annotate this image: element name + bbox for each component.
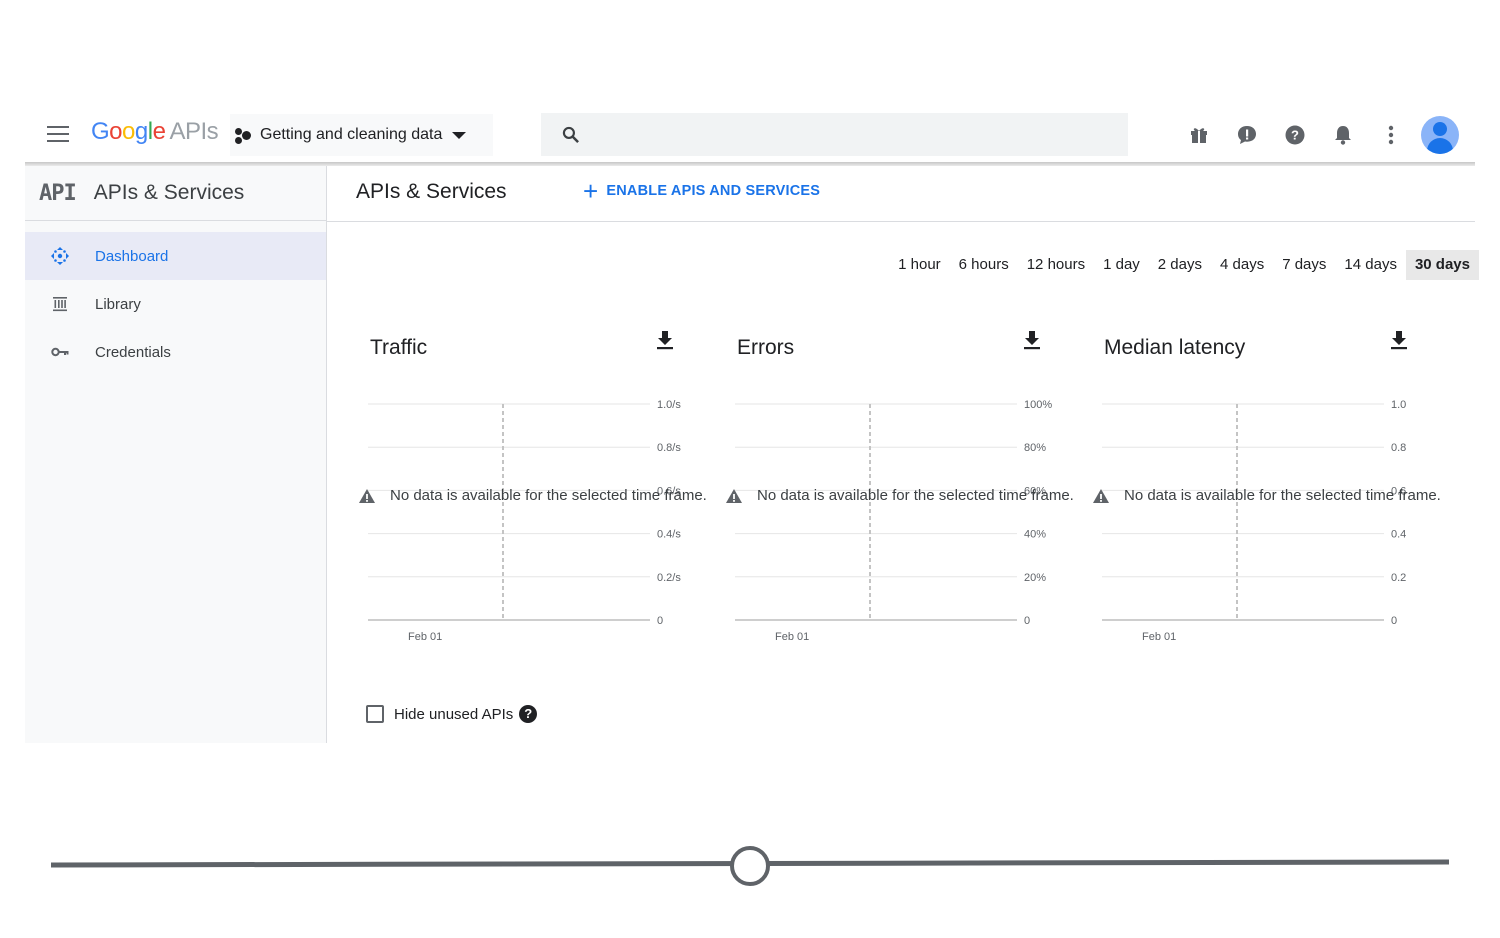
y-tick-label: 0 (1391, 615, 1397, 627)
menu-icon[interactable] (47, 126, 69, 144)
sidebar-item-label: Credentials (95, 343, 171, 361)
time-range-option[interactable]: 7 days (1273, 250, 1335, 280)
time-range-option[interactable]: 1 hour (889, 250, 950, 280)
logo-letter: o (122, 118, 135, 145)
account-avatar[interactable] (1421, 116, 1459, 154)
sidebar-item-dashboard[interactable]: Dashboard (25, 232, 326, 280)
time-range-option[interactable]: 1 day (1094, 250, 1149, 280)
logo-letter: G (91, 118, 110, 145)
svg-text:?: ? (1291, 128, 1299, 143)
sidebar-item-label: Dashboard (95, 247, 169, 265)
y-tick-label: 100% (1024, 399, 1052, 411)
logo-letter: e (152, 118, 166, 145)
no-data-message: No data is available for the selected ti… (358, 487, 707, 504)
time-range-option-selected[interactable]: 30 days (1405, 250, 1479, 280)
x-tick-label: Feb 01 (408, 631, 442, 643)
no-data-message: No data is available for the selected ti… (725, 487, 1074, 504)
sidebar-item-credentials[interactable]: Credentials (25, 328, 326, 376)
no-data-text: No data is available for the selected ti… (757, 487, 1074, 504)
google-apis-logo[interactable]: Google APIs (91, 118, 219, 146)
main-header: APIs & Services + ENABLE APIS AND SERVIC… (327, 166, 1475, 222)
y-tick-label: 0.8 (1391, 442, 1406, 454)
time-range-selector: 1 hour 6 hours 12 hours 1 day 2 days 4 d… (889, 250, 1479, 280)
help-icon[interactable]: ? (1271, 114, 1319, 156)
top-app-bar: Google APIs Getting and cleaning data ? (25, 108, 1475, 164)
y-tick-label: 40% (1024, 529, 1046, 541)
feedback-icon[interactable] (1223, 114, 1271, 156)
hide-unused-apis-checkbox[interactable]: Hide unused APIs ? (366, 705, 538, 723)
y-tick-label: 0 (1024, 615, 1030, 627)
search-input[interactable] (541, 113, 1128, 156)
time-range-option[interactable]: 6 hours (950, 250, 1018, 280)
page-title: APIs & Services (356, 180, 507, 203)
sidebar: API APIs & Services Dashboard Library Cr… (25, 166, 327, 743)
median-latency-chart: Median latency 1.0 0.8 0.6 0.4 0.2 0 Feb 01 No… (1092, 320, 1441, 660)
dashboard-icon (25, 246, 95, 266)
search-icon (562, 126, 579, 143)
top-icon-bar: ? (1175, 114, 1459, 156)
time-range-option[interactable]: 2 days (1149, 250, 1211, 280)
notifications-icon[interactable] (1319, 114, 1367, 156)
warning-icon (359, 488, 375, 503)
x-tick-label: Feb 01 (1142, 631, 1176, 643)
sidebar-item-library[interactable]: Library (25, 280, 326, 328)
more-vert-icon[interactable] (1367, 114, 1415, 156)
time-range-option[interactable]: 12 hours (1018, 250, 1094, 280)
no-data-text: No data is available for the selected ti… (390, 487, 707, 504)
warning-icon (1093, 488, 1109, 503)
hide-unused-label: Hide unused APIs (394, 705, 514, 723)
y-tick-label: 0.4/s (657, 529, 681, 541)
key-icon (25, 346, 95, 358)
sidebar-header: API APIs & Services (25, 166, 326, 221)
traffic-chart: Traffic 1.0/s 0.8/s 0.6/s 0.4/s 0.2/s 0 Feb 01… (358, 320, 707, 660)
no-data-message: No data is available for the selected ti… (1092, 487, 1441, 504)
logo-letter: o (109, 118, 123, 145)
enable-apis-button[interactable]: + ENABLE APIS AND SERVICES (583, 176, 821, 206)
library-icon (25, 296, 95, 312)
sidebar-item-label: Library (95, 295, 141, 313)
y-tick-label: 1.0 (1391, 399, 1406, 411)
y-tick-label: 0.8/s (657, 442, 681, 454)
y-tick-label: 80% (1024, 442, 1046, 454)
gift-icon[interactable] (1175, 114, 1223, 156)
sidebar-nav: Dashboard Library Credentials (25, 221, 326, 376)
y-tick-label: 1.0/s (657, 399, 681, 411)
timeline-handle[interactable] (730, 846, 770, 886)
y-tick-label: 20% (1024, 572, 1046, 584)
help-icon[interactable]: ? (519, 705, 538, 723)
project-name: Getting and cleaning data (260, 126, 443, 143)
checkbox[interactable] (366, 705, 384, 723)
errors-chart: Errors 100% 80% 60% 40% 20% 0 Feb 01 No data i… (725, 320, 1074, 660)
time-range-option[interactable]: 14 days (1335, 250, 1406, 280)
plus-icon: + (583, 176, 599, 206)
project-dots-icon (234, 126, 252, 144)
project-picker[interactable]: Getting and cleaning data (230, 114, 493, 156)
no-data-text: No data is available for the selected ti… (1124, 487, 1441, 504)
api-logo-icon: API (39, 180, 77, 206)
y-tick-label: 0.2/s (657, 572, 681, 584)
logo-letter: g (134, 118, 148, 145)
warning-icon (726, 488, 742, 503)
logo-apis-text: APIs (169, 118, 219, 145)
y-tick-label: 0 (657, 615, 663, 627)
enable-apis-label: ENABLE APIS AND SERVICES (606, 183, 821, 199)
time-range-option[interactable]: 4 days (1211, 250, 1273, 280)
chevron-down-icon (452, 131, 467, 139)
x-tick-label: Feb 01 (775, 631, 809, 643)
y-tick-label: 0.2 (1391, 572, 1406, 584)
y-tick-label: 0.4 (1391, 529, 1406, 541)
timeline-slider[interactable] (50, 845, 1450, 889)
sidebar-title: APIs & Services (93, 181, 245, 204)
